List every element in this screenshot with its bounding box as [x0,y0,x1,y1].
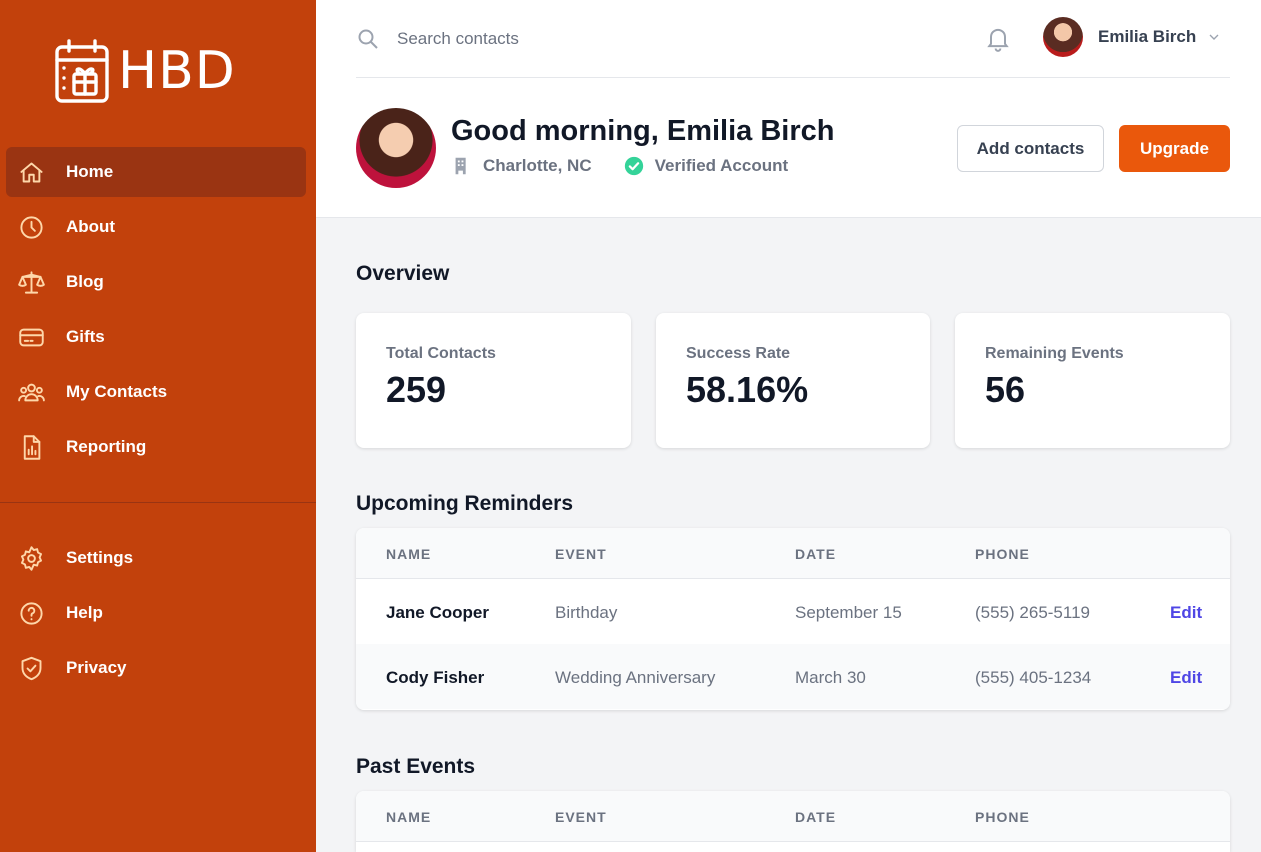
sidebar-item-label: Help [66,603,103,622]
credit-card-icon [17,323,45,351]
stat-label: Remaining Events [985,345,1124,362]
check-circle-icon [624,156,643,176]
stat-value: 259 [386,369,447,410]
question-icon [17,599,45,627]
logo-text: HBD [118,41,236,101]
notifications-button[interactable] [984,24,1012,52]
scale-icon [17,268,45,296]
sidebar-item-label: Home [66,162,114,181]
sidebar-item-reporting[interactable]: Reporting [6,422,306,472]
app-logo[interactable]: HBD [54,38,236,104]
stat-card-success-rate: Success Rate 58.16% [656,313,930,448]
reminders-heading: Upcoming Reminders [356,492,574,515]
stat-label: Total Contacts [386,345,496,362]
document-chart-icon [17,433,45,461]
sidebar-divider [0,502,316,503]
column-header: EVENT [555,546,607,562]
column-header: DATE [795,809,837,825]
stat-card-remaining-events: Remaining Events 56 [955,313,1230,448]
office-building-icon [455,157,466,175]
sidebar-item-blog[interactable]: Blog [6,257,306,307]
sidebar-item-label: About [66,217,116,236]
contact-name: Cody Fisher [386,668,485,687]
edit-link[interactable]: Edit [1170,603,1202,623]
user-group-icon [17,378,45,406]
sidebar-item-home[interactable]: Home [6,147,306,197]
search-icon [358,29,378,49]
shield-icon [17,654,45,682]
past-events-table: NAME EVENT DATE PHONE [356,791,1230,852]
stat-label: Success Rate [686,345,791,362]
sidebar-item-settings[interactable]: Settings [6,533,306,583]
home-icon [17,158,45,186]
sidebar-item-my-contacts[interactable]: My Contacts [6,367,306,417]
table-header: NAME EVENT DATE PHONE [356,791,1230,842]
sidebar-item-label: Settings [66,548,134,567]
add-contacts-button[interactable]: Add contacts [957,125,1104,172]
sidebar-item-label: Reporting [66,437,147,456]
sidebar-item-about[interactable]: About [6,202,306,252]
column-header: EVENT [555,809,607,825]
profile-avatar [356,108,436,188]
phone-number: (555) 405-1234 [975,668,1092,687]
gear-icon [17,544,45,572]
page-header: Emilia Birch Good morning, Emilia Birch … [316,0,1261,218]
contact-name: Jane Cooper [386,603,489,622]
search-bar [356,20,797,58]
column-header: NAME [386,546,432,562]
event-type: Wedding Anniversary [555,668,716,687]
sidebar-item-label: Gifts [66,327,105,346]
location-text: Charlotte, NC [483,156,592,175]
sidebar-item-help[interactable]: Help [6,588,306,638]
sidebar-item-label: Privacy [66,658,127,677]
sidebar-item-label: Blog [66,272,104,291]
profile-summary: Good morning, Emilia Birch Charlotte, NC… [356,108,834,188]
column-header: PHONE [975,809,1030,825]
past-events-heading: Past Events [356,755,476,778]
column-header: PHONE [975,546,1030,562]
search-input[interactable] [397,29,797,49]
event-date: September 15 [795,603,902,622]
clock-icon [17,213,45,241]
sidebar-item-gifts[interactable]: Gifts [6,312,306,362]
column-header: DATE [795,546,837,562]
user-menu-button[interactable]: Emilia Birch [1043,17,1222,57]
upgrade-button[interactable]: Upgrade [1119,125,1230,172]
overview-heading: Overview [356,262,450,285]
event-type: Birthday [555,603,618,622]
table-header: NAME EVENT DATE PHONE [356,528,1230,579]
phone-number: (555) 265-5119 [975,603,1090,622]
page-title: Good morning, Emilia Birch [451,115,835,147]
table-row: Cody Fisher Wedding Anniversary March 30… [356,644,1230,709]
stat-value: 58.16% [686,369,809,410]
sidebar-item-privacy[interactable]: Privacy [6,643,306,693]
stat-value: 56 [985,369,1026,410]
bell-icon [987,28,1009,52]
reminders-table: NAME EVENT DATE PHONE Jane Cooper Birthd… [356,528,1230,710]
verified-status: Verified Account [654,156,789,175]
sidebar: HBD Home About Blog Gifts My Contacts Re… [0,0,316,852]
avatar [1043,17,1083,57]
stat-card-total-contacts: Total Contacts 259 [356,313,631,448]
edit-link[interactable]: Edit [1170,668,1202,688]
sidebar-item-label: My Contacts [66,382,168,401]
column-header: NAME [386,809,432,825]
gift-calendar-icon [55,39,109,103]
table-row: Jane Cooper Birthday September 15 (555) … [356,579,1230,644]
user-name: Emilia Birch [1098,27,1197,46]
header-divider [356,77,1230,78]
event-date: March 30 [795,668,866,687]
chevron-down-icon [1209,34,1219,40]
